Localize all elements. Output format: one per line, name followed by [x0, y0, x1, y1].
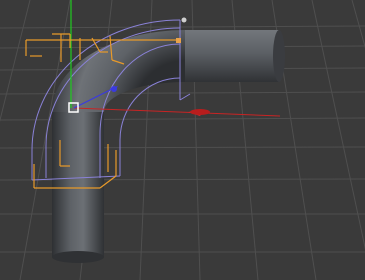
tube-end-cap	[273, 30, 285, 82]
tube-vertical-segment[interactable]	[52, 112, 104, 257]
viewport-canvas[interactable]	[0, 0, 365, 280]
z-axis-handle[interactable]	[111, 86, 117, 92]
3d-viewport[interactable]	[0, 0, 365, 280]
tube-horizontal-segment[interactable]	[185, 30, 279, 82]
y-axis-handle-dot[interactable]	[181, 17, 187, 23]
deformer-top-handle[interactable]	[176, 38, 181, 43]
x-axis-cone[interactable]	[190, 109, 210, 115]
tube-bottom-cap	[52, 251, 104, 263]
